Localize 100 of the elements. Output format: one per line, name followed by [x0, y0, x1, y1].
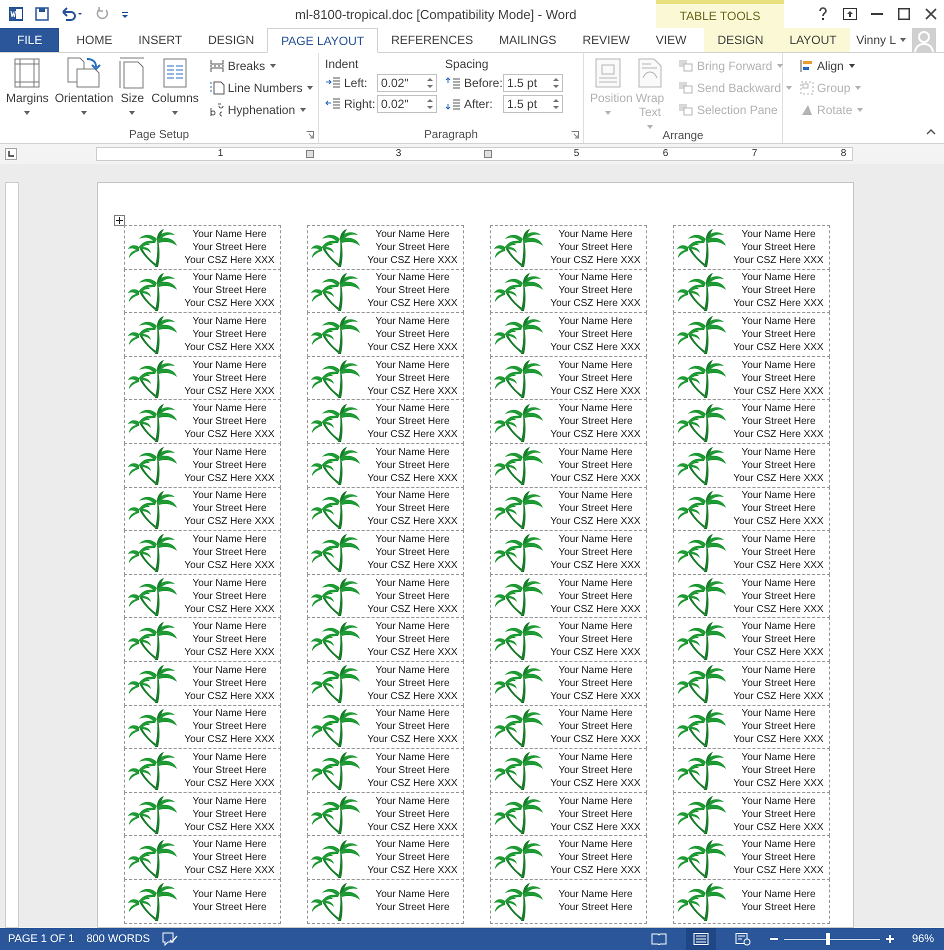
label-text-line: Your CSZ Here XXX: [733, 384, 824, 398]
column-marker-icon[interactable]: [306, 150, 314, 158]
save-icon[interactable]: [34, 6, 50, 22]
label-text-line: Your Street Here: [375, 372, 450, 385]
ribbon-tab[interactable]: REVIEW: [569, 28, 643, 52]
label-text-line: Your CSZ Here XXX: [367, 820, 458, 834]
spinner-arrows-icon[interactable]: [553, 97, 559, 111]
ribbon-tab[interactable]: HOME: [63, 28, 126, 52]
column-marker-icon[interactable]: [484, 150, 492, 158]
ribbon-button[interactable]: Hyphenation: [208, 101, 314, 119]
label-text-line: Your Name Here: [375, 707, 450, 720]
label-text-line: Your CSZ Here XXX: [184, 602, 275, 616]
word-count[interactable]: 800 WORDS: [86, 933, 150, 945]
ribbon-button[interactable]: Line Numbers: [208, 79, 314, 97]
ribbon-tab[interactable]: DESIGN: [704, 28, 776, 52]
ribbon-button[interactable]: Breaks: [208, 57, 314, 75]
layers-icon: [678, 103, 694, 117]
palm-tree-drawing: [676, 358, 728, 398]
horizontal-ruler[interactable]: 1 3 5 6 7 8: [96, 147, 853, 161]
book-icon: [650, 933, 667, 945]
label-text-line: Your Street Here: [558, 851, 633, 864]
label-text-line: Your Name Here: [741, 888, 816, 902]
label-text-line: Your CSZ Here XXX: [184, 297, 275, 310]
label-text-line: Your Name Here: [192, 750, 267, 764]
label-text-line: Your Street Here: [741, 502, 816, 516]
palm-tree-drawing: [310, 881, 362, 922]
tab-selector-icon[interactable]: [5, 148, 17, 160]
caret-icon[interactable]: [900, 38, 906, 42]
label-text-line: Your Name Here: [558, 620, 633, 634]
ribbon-button[interactable]: Margins: [4, 57, 51, 127]
spinner-arrows-icon[interactable]: [553, 76, 559, 90]
ribbon-tab[interactable]: DESIGN: [195, 28, 268, 52]
label-text-line: Your Name Here: [558, 707, 633, 720]
label-text-line: Your Street Here: [375, 633, 450, 646]
spinner-arrows-icon[interactable]: [427, 76, 433, 90]
label-text-line: Your CSZ Here XXX: [184, 864, 275, 878]
ribbon-tab[interactable]: VIEW: [642, 28, 700, 52]
label-text-line: Your Name Here: [741, 489, 816, 502]
ribbon-button[interactable]: Orientation: [52, 57, 116, 127]
palm-tree-drawing: [493, 576, 545, 616]
label-text-line: Your Street Here: [192, 851, 267, 864]
spin-field[interactable]: 1.5 pt: [503, 74, 563, 92]
label-text-line: Your Name Here: [741, 707, 816, 720]
label-text-line: Your Street Here: [741, 851, 816, 864]
spinner-arrows-icon[interactable]: [427, 97, 433, 111]
ribbon-tab[interactable]: INSERT: [125, 28, 196, 52]
label-text-line: Your Name Here: [558, 271, 633, 284]
label-text-line: Your CSZ Here XXX: [550, 733, 641, 746]
palm-tree-drawing: [310, 358, 362, 398]
undo-icon[interactable]: [60, 6, 84, 22]
label-text-line: Your Street Here: [192, 633, 267, 646]
table-move-handle-icon[interactable]: [114, 215, 125, 226]
zoom-in-button[interactable]: [886, 935, 894, 943]
label-text-line: Your Name Here: [192, 707, 267, 720]
zoom-level[interactable]: 96%: [912, 933, 934, 945]
ribbon-tab[interactable]: LAYOUT: [776, 28, 850, 52]
margins-icon: [14, 57, 40, 89]
palm-tree-drawing: [127, 402, 179, 442]
maximize-icon: [898, 8, 910, 20]
label-text-line: Your Street Here: [558, 764, 633, 777]
ribbon-tab[interactable]: PAGE LAYOUT: [267, 28, 378, 53]
spin-field[interactable]: 0.02": [377, 95, 437, 113]
word-logo-icon[interactable]: [8, 6, 24, 22]
palm-tree-drawing: [310, 314, 362, 354]
proofing-icon[interactable]: [162, 932, 178, 946]
label-text-line: Your Name Here: [558, 532, 633, 546]
caret-icon: [129, 111, 136, 115]
label-text-line: Your Street Here: [375, 901, 450, 914]
palm-tree-drawing: [493, 750, 545, 790]
ribbon-button[interactable]: Columns: [149, 57, 201, 127]
label-text-line: Your CSZ Here XXX: [184, 820, 275, 834]
zoom-slider-thumb[interactable]: [826, 933, 830, 945]
ruler-number: 6: [662, 148, 668, 160]
dialog-launcher-icon[interactable]: [306, 131, 314, 139]
spin-field[interactable]: 1.5 pt: [503, 95, 563, 113]
indent-icon: [325, 98, 341, 110]
label-text-line: Your Street Here: [375, 328, 450, 341]
spin-field[interactable]: 0.02": [377, 74, 437, 92]
ribbon-button[interactable]: Align: [800, 57, 864, 75]
label-text-line: Your Street Here: [558, 372, 633, 385]
palm-tree-drawing: [493, 532, 545, 572]
palm-tree-drawing: [310, 270, 362, 311]
align-icon: [800, 59, 814, 73]
dialog-launcher-icon[interactable]: [571, 131, 579, 139]
collapse-ribbon-icon[interactable]: [926, 129, 936, 135]
ribbon-tab[interactable]: MAILINGS: [486, 28, 570, 52]
label-text-line: Your Street Here: [375, 808, 450, 821]
label-text-line: Your Street Here: [192, 676, 267, 690]
palm-tree-drawing: [127, 488, 179, 529]
palm-tree-drawing: [127, 881, 179, 922]
view-button[interactable]: [686, 928, 716, 950]
window-title: ml-8100-tropical.doc [Compatibility Mode] - Word: [295, 7, 577, 22]
ribbon-button[interactable]: Size: [117, 57, 148, 127]
page-count[interactable]: PAGE 1 OF 1: [8, 933, 74, 945]
label-text-line: Your CSZ Here XXX: [367, 602, 458, 616]
label-text-line: Your Name Here: [558, 402, 633, 416]
ribbon-tab[interactable]: REFERENCES: [378, 28, 486, 52]
account-name[interactable]: Vinny L: [856, 28, 900, 52]
file-tab[interactable]: FILE: [0, 28, 60, 52]
label-text-line: Your CSZ Here XXX: [550, 820, 641, 834]
